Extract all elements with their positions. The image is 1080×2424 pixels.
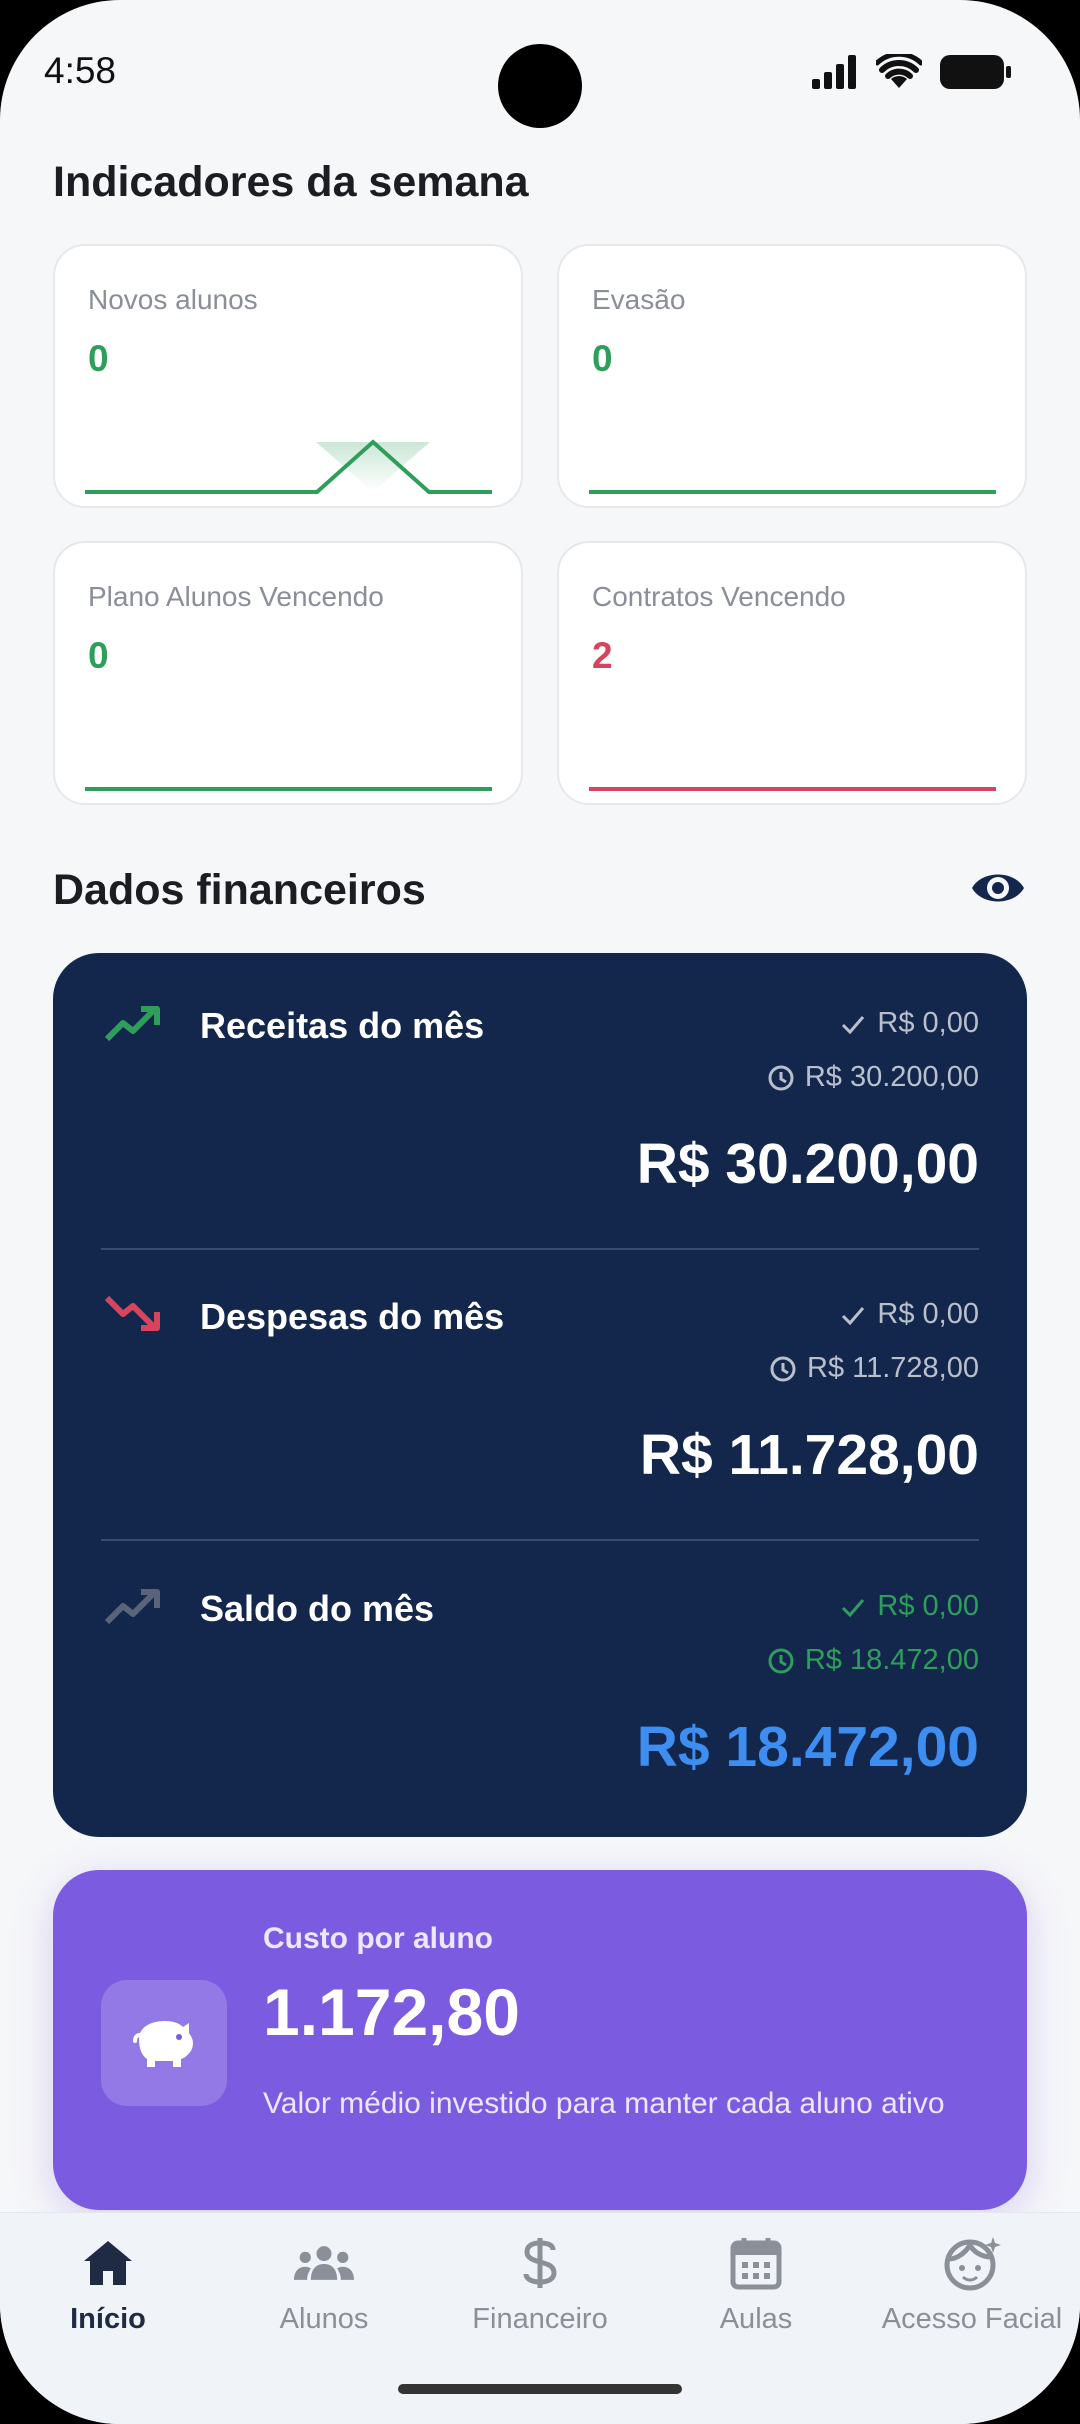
check-icon <box>842 1306 865 1325</box>
finance-row-income[interactable]: Receitas do mês R$ 0,00 R$ 30.200,00 R$ … <box>53 953 1027 1245</box>
nav-item-inicio[interactable]: Início <box>0 2235 216 2375</box>
sparkline <box>85 439 492 494</box>
check-icon <box>842 1015 865 1034</box>
pending-amount-line: R$ 11.728,00 <box>769 1352 979 1385</box>
nav-label: Aulas <box>719 2303 793 2335</box>
pending-amount-line: R$ 18.472,00 <box>767 1644 979 1677</box>
indicator-card-new-students[interactable]: Novos alunos 0 <box>53 244 523 508</box>
indicator-card-dropout[interactable]: Evasão 0 <box>557 244 1027 508</box>
finance-title: Dados financeiros <box>53 866 426 914</box>
status-icons <box>812 52 1012 92</box>
paid-amount: R$ 0,00 <box>877 1590 979 1622</box>
piggy-bank-icon <box>133 2021 193 2067</box>
clock-icon <box>768 1065 794 1090</box>
finance-row-title: Receitas do mês <box>200 1005 485 1046</box>
clock-icon <box>770 1356 796 1381</box>
check-icon <box>842 1598 865 1617</box>
finance-row-balance[interactable]: Saldo do mês R$ 0,00 R$ 18.472,00 R$ 18.… <box>53 1536 1027 1828</box>
indicator-label: Plano Alunos Vencendo <box>88 581 384 612</box>
trending-up-icon <box>104 1589 160 1625</box>
pending-amount: R$ 18.472,00 <box>804 1644 979 1676</box>
nav-label: Financeiro <box>472 2303 608 2335</box>
cost-icon-box <box>101 1980 227 2106</box>
camera-cutout <box>498 44 582 128</box>
home-indicator[interactable] <box>398 2384 682 2394</box>
indicator-value: 2 <box>592 635 613 676</box>
indicator-card-expiring-contracts[interactable]: Contratos Vencendo 2 <box>557 541 1027 805</box>
pending-amount-line: R$ 30.200,00 <box>767 1061 979 1094</box>
paid-amount-line: R$ 0,00 <box>839 1007 979 1040</box>
phone-screen: 4:58 Indicadores da semana Novos alunos … <box>0 0 1080 2424</box>
paid-amount-line: R$ 0,00 <box>839 1298 979 1331</box>
cost-label: Custo por aluno <box>263 1922 493 1955</box>
wifi-icon <box>876 54 922 88</box>
finance-row-title: Despesas do mês <box>200 1296 505 1337</box>
nav-item-financeiro[interactable]: Financeiro <box>432 2235 648 2375</box>
finance-row-expense[interactable]: Despesas do mês R$ 0,00 R$ 11.728,00 R$ … <box>53 1244 1027 1536</box>
eye-icon[interactable] <box>970 866 1026 910</box>
nav-label: Alunos <box>279 2303 369 2335</box>
paid-amount: R$ 0,00 <box>877 1298 979 1330</box>
finance-card: Receitas do mês R$ 0,00 R$ 30.200,00 R$ … <box>53 953 1027 1837</box>
dollar-icon <box>523 2238 557 2288</box>
calendar-icon <box>730 2238 782 2290</box>
signal-icon <box>812 55 856 89</box>
nav-item-aulas[interactable]: Aulas <box>648 2235 864 2375</box>
sparkline <box>589 490 996 494</box>
cost-value: 1.172,80 <box>263 1975 520 2049</box>
nav-label: Acesso Facial <box>881 2303 1063 2335</box>
nav-label: Início <box>70 2303 146 2335</box>
indicator-value: 0 <box>88 338 109 379</box>
indicator-label: Evasão <box>592 284 686 315</box>
finance-row-title: Saldo do mês <box>200 1588 435 1629</box>
cost-per-student-card[interactable]: Custo por aluno 1.172,80 Valor médio inv… <box>53 1870 1027 2210</box>
pending-amount: R$ 30.200,00 <box>804 1061 979 1093</box>
status-time: 4:58 <box>44 50 117 91</box>
indicator-label: Contratos Vencendo <box>592 581 846 612</box>
home-icon <box>84 2241 132 2285</box>
paid-amount: R$ 0,00 <box>877 1007 979 1039</box>
indicator-value: 0 <box>88 635 109 676</box>
cost-description: Valor médio investido para manter cada a… <box>263 2087 945 2120</box>
finance-row-total: R$ 18.472,00 <box>636 1715 979 1779</box>
trending-down-icon <box>104 1295 160 1331</box>
battery-icon <box>940 55 1011 89</box>
indicator-value: 0 <box>592 338 613 379</box>
nav-item-alunos[interactable]: Alunos <box>216 2235 432 2375</box>
pending-amount: R$ 11.728,00 <box>807 1352 979 1384</box>
finance-row-total: R$ 30.200,00 <box>636 1132 979 1196</box>
indicator-card-expiring-plans[interactable]: Plano Alunos Vencendo 0 <box>53 541 523 805</box>
finance-row-total: R$ 11.728,00 <box>639 1423 979 1487</box>
sparkline <box>589 787 996 791</box>
sparkline <box>85 787 492 791</box>
face-icon <box>944 2237 1001 2291</box>
indicators-title: Indicadores da semana <box>53 158 529 206</box>
clock-icon <box>768 1648 794 1673</box>
trending-up-icon <box>104 1006 160 1042</box>
nav-item-acesso-facial[interactable]: Acesso Facial <box>864 2235 1080 2375</box>
people-icon <box>294 2246 354 2280</box>
indicator-label: Novos alunos <box>88 284 258 315</box>
paid-amount-line: R$ 0,00 <box>839 1590 979 1623</box>
